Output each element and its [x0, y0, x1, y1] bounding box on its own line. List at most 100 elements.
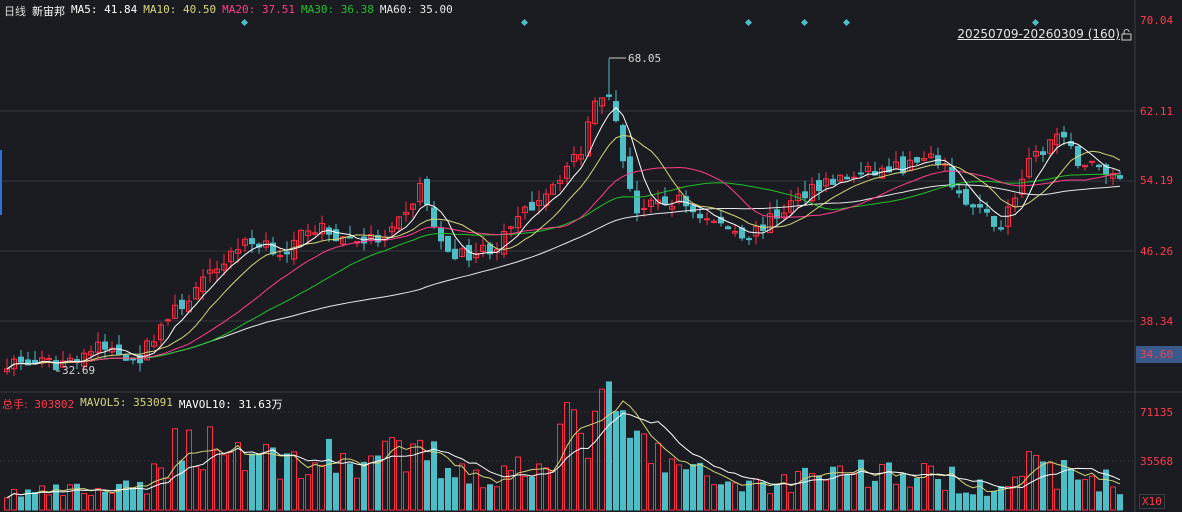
- volume-bar: [676, 464, 682, 511]
- volume-bar: [571, 409, 577, 511]
- volume-bar: [284, 453, 290, 511]
- volume-bar: [760, 481, 766, 511]
- period-label: 日线: [4, 5, 26, 18]
- volume-bar: [536, 463, 542, 511]
- mavol5: MAVOL5: 353091: [80, 396, 173, 409]
- volume-bar: [193, 466, 199, 511]
- candle-down: [1096, 164, 1102, 168]
- volume-bar: [613, 411, 619, 511]
- volume-bar: [970, 494, 976, 511]
- volume-bar: [494, 486, 500, 511]
- volume-bar: [928, 465, 934, 511]
- candle-down: [179, 299, 185, 310]
- price-tick: 54.19: [1140, 174, 1174, 187]
- volume-bar: [529, 476, 535, 511]
- low-annotation: 32.69: [62, 364, 96, 377]
- ma20-line: [6, 166, 1121, 370]
- volume-bar: [774, 483, 780, 511]
- event-marker-icon: [1031, 18, 1040, 27]
- volume-bar: [641, 433, 647, 511]
- volume-bar: [354, 477, 360, 511]
- volume-bar: [858, 459, 864, 511]
- candle-down: [130, 358, 136, 361]
- volume-bar: [277, 478, 283, 511]
- candle-down: [998, 227, 1004, 230]
- candle-down: [697, 213, 703, 219]
- volume-bar: [158, 467, 164, 511]
- ma30-label: MA30: 36.38: [301, 3, 374, 16]
- volume-bar: [662, 472, 668, 511]
- volume-bar: [473, 469, 479, 511]
- volume-bar: [74, 483, 80, 511]
- volume-bar: [620, 410, 626, 511]
- volume-bar: [109, 492, 115, 511]
- volume-bar: [319, 464, 325, 511]
- volume-bar: [823, 479, 829, 511]
- volume-bar: [1005, 485, 1011, 511]
- candle-down: [802, 191, 808, 199]
- price-tick: 62.11: [1140, 105, 1174, 118]
- volume-bar: [256, 453, 262, 511]
- volume-bar: [865, 486, 871, 511]
- stock-name: 新宙邦: [32, 5, 65, 18]
- candle-down: [529, 201, 535, 211]
- candle-up: [1089, 160, 1095, 163]
- candle-down: [438, 228, 444, 242]
- candle-down: [445, 235, 451, 252]
- price-tick: 38.34: [1140, 315, 1174, 328]
- volume-bar: [32, 491, 38, 511]
- volume-bar: [326, 438, 332, 511]
- volume-bar: [578, 432, 584, 511]
- candle-up: [641, 207, 647, 210]
- volume-bar: [130, 487, 136, 511]
- volume-bar: [1040, 461, 1046, 511]
- volume-bar: [11, 488, 17, 511]
- price-tick: 46.26: [1140, 245, 1174, 258]
- volume-bar: [942, 489, 948, 511]
- kline-chart[interactable]: [0, 0, 1182, 512]
- candle-down: [900, 156, 906, 174]
- candle-down: [102, 341, 108, 350]
- high-annotation: 68.05: [628, 52, 662, 65]
- volume-bar: [725, 481, 731, 511]
- volume-bar: [900, 473, 906, 511]
- candle-down: [956, 190, 962, 194]
- volume-bar: [921, 463, 927, 511]
- ma10-label: MA10: 40.50: [143, 3, 217, 16]
- volume-bar: [1061, 460, 1067, 511]
- volume-bar: [263, 444, 269, 511]
- volume-bar: [606, 381, 612, 511]
- volume-bar: [116, 483, 122, 511]
- volume-bar: [67, 484, 73, 511]
- volume-bar: [417, 439, 423, 511]
- volume-bar: [851, 473, 857, 511]
- candle-down: [634, 190, 640, 214]
- volume-bar: [4, 497, 10, 511]
- volume-bar: [893, 483, 899, 511]
- event-marker-icon: [520, 18, 529, 27]
- ma20-label: MA20: 37.51: [222, 3, 295, 16]
- volume-bar: [207, 426, 213, 511]
- volume-bar: [389, 437, 395, 511]
- volume-bar: [1110, 486, 1116, 511]
- lock-icon[interactable]: [1121, 29, 1132, 41]
- volume-bar: [809, 473, 815, 511]
- candle-down: [1040, 151, 1046, 155]
- volume-bar: [711, 484, 717, 511]
- volume-bar: [144, 493, 150, 511]
- volume-bar: [361, 461, 367, 511]
- date-range[interactable]: 20250709-20260309 (160): [957, 27, 1120, 41]
- volume-bar: [886, 462, 892, 511]
- volume-bar: [935, 478, 941, 511]
- volume-bar: [186, 429, 192, 511]
- ma-legend: 日线 新宙邦 MA5: 41.84 MA10: 40.50 MA20: 37.5…: [4, 3, 453, 19]
- volume-bar: [1082, 479, 1088, 511]
- candle-down: [613, 101, 619, 122]
- volume-bar: [375, 455, 381, 511]
- volume-bar: [221, 454, 227, 511]
- volume-bar: [739, 491, 745, 511]
- volume-bar: [963, 492, 969, 511]
- candle-down: [963, 189, 969, 205]
- volume-bar: [879, 463, 885, 511]
- volume-bar: [249, 453, 255, 511]
